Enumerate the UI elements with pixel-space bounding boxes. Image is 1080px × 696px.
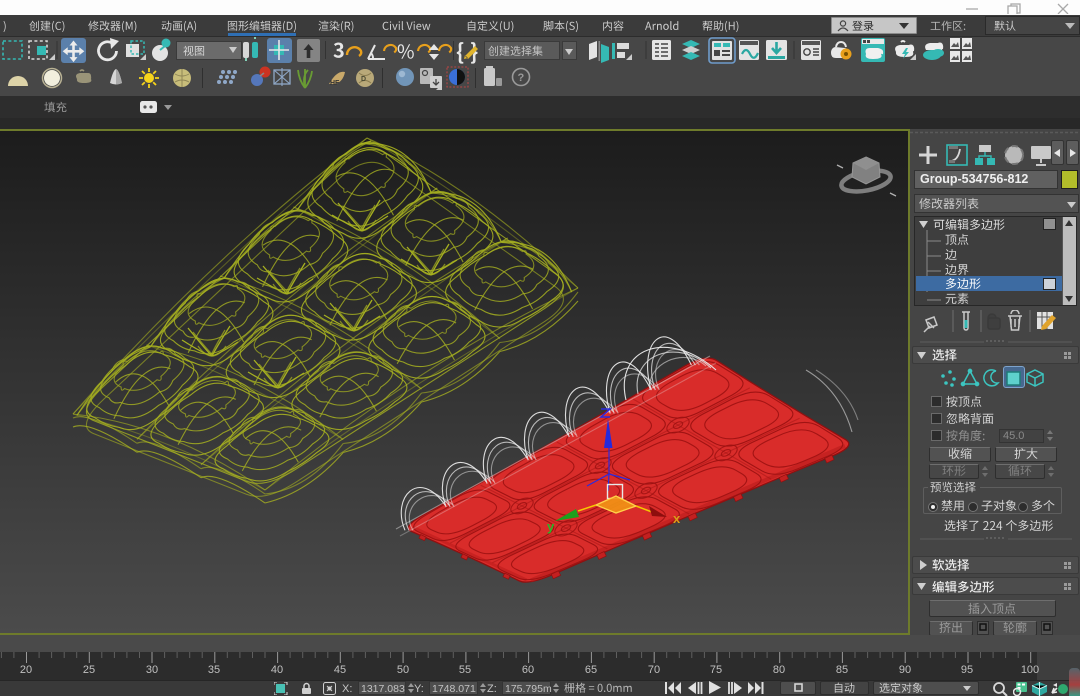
svg-text:x: x — [673, 511, 681, 526]
svg-text:y: y — [547, 519, 555, 534]
